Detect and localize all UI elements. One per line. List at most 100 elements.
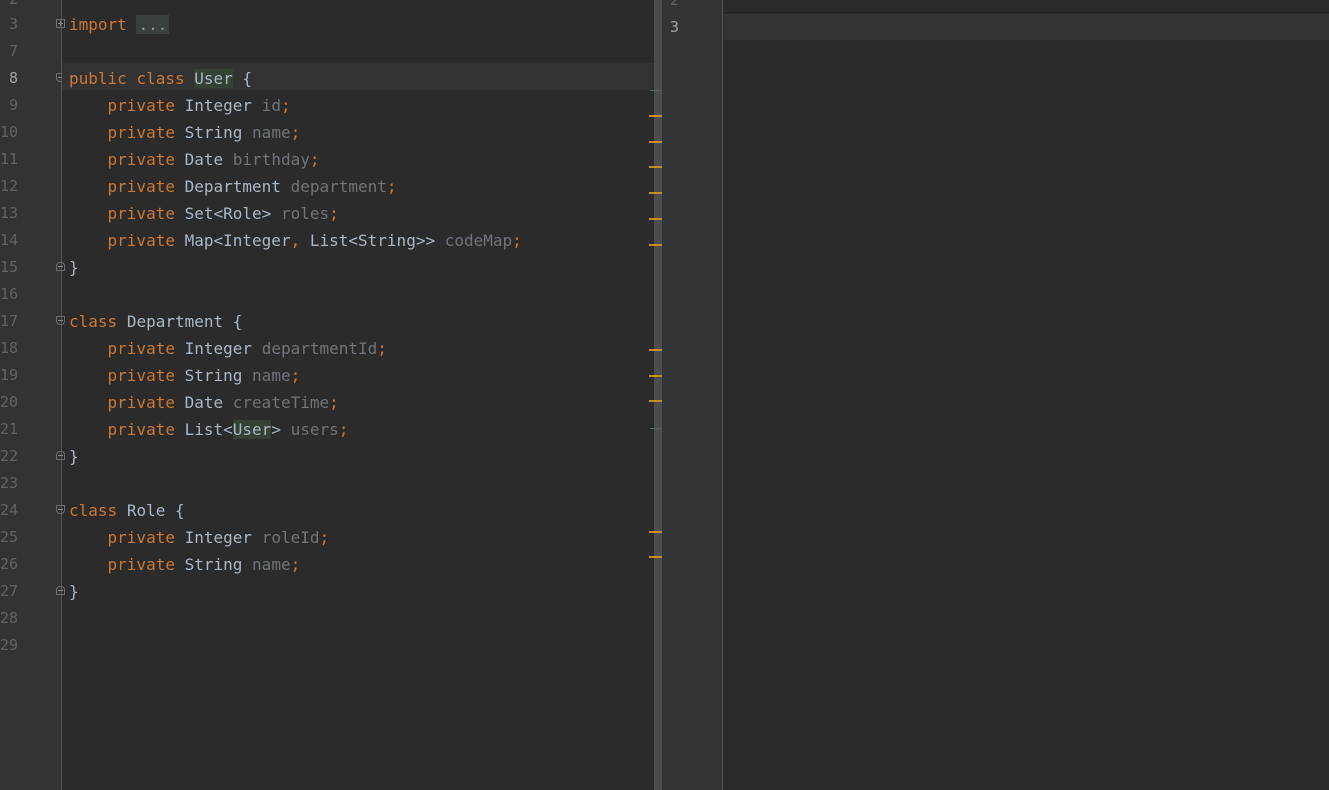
- usage-marker[interactable]: [650, 428, 662, 429]
- keyword: class: [69, 501, 118, 520]
- keyword: private: [107, 96, 175, 115]
- code-line-22[interactable]: }: [69, 443, 79, 470]
- brace: }: [69, 447, 79, 466]
- keyword: public: [69, 69, 127, 88]
- code-line-26[interactable]: private String name;: [69, 551, 301, 578]
- type: Integer: [184, 339, 253, 358]
- line-number: 11: [0, 150, 19, 168]
- code-line-27[interactable]: }: [69, 578, 79, 605]
- keyword: private: [107, 339, 175, 358]
- code-line-3[interactable]: import ...: [69, 11, 170, 38]
- code-line-24[interactable]: class Role {: [69, 497, 185, 524]
- warning-marker[interactable]: [649, 349, 662, 351]
- type: List<String>>: [309, 231, 436, 250]
- type: Set<Role>: [184, 204, 272, 223]
- keyword: private: [107, 177, 175, 196]
- code-line-17[interactable]: class Department {: [69, 308, 242, 335]
- warning-marker[interactable]: [649, 141, 662, 143]
- brace: {: [242, 69, 253, 88]
- left-editor-pane[interactable]: 2 3 7 8 9 10 11 12 13 14 15 16 17 18 19 …: [0, 0, 654, 790]
- line-number: 18: [0, 339, 19, 357]
- keyword: private: [107, 366, 175, 385]
- code-line-12[interactable]: private Department department;: [69, 173, 397, 200]
- fold-expand-icon[interactable]: [56, 19, 65, 28]
- fold-collapse-icon[interactable]: [56, 316, 65, 325]
- warning-marker[interactable]: [649, 192, 662, 194]
- left-line-number-gutter[interactable]: 2 3 7 8 9 10 11 12 13 14 15 16 17 18 19 …: [0, 0, 62, 790]
- class-name-highlighted: User: [232, 420, 272, 439]
- field: id: [261, 96, 281, 115]
- code-line-9[interactable]: private Integer id;: [69, 92, 291, 119]
- fold-end-icon[interactable]: [56, 586, 65, 595]
- type: String: [184, 123, 243, 142]
- class-name: Department: [126, 312, 224, 331]
- right-editor-pane[interactable]: 2 3: [662, 0, 1329, 790]
- right-line-number-gutter[interactable]: 2 3: [662, 0, 723, 790]
- keyword: private: [107, 231, 175, 250]
- warning-marker[interactable]: [649, 556, 662, 558]
- code-line-14[interactable]: private Map<Integer, List<String>> codeM…: [69, 227, 522, 254]
- line-number: 21: [0, 420, 19, 438]
- type: Integer: [184, 96, 253, 115]
- code-line-18[interactable]: private Integer departmentId;: [69, 335, 387, 362]
- keyword: import: [69, 15, 127, 34]
- warning-marker[interactable]: [649, 218, 662, 220]
- keyword: private: [107, 555, 175, 574]
- line-number: 15: [0, 258, 19, 276]
- line-number: 14: [0, 231, 19, 249]
- type: Integer: [184, 528, 253, 547]
- code-line-8[interactable]: public class User {: [69, 65, 252, 92]
- fold-end-icon[interactable]: [56, 451, 65, 460]
- code-line-11[interactable]: private Date birthday;: [69, 146, 320, 173]
- semicolon: ;: [329, 204, 339, 223]
- line-number: 27: [0, 582, 19, 600]
- keyword: class: [136, 69, 185, 88]
- type: Map<Integer: [184, 231, 291, 250]
- code-line-19[interactable]: private String name;: [69, 362, 301, 389]
- type: Department: [184, 177, 281, 196]
- warning-marker[interactable]: [649, 531, 662, 533]
- semicolon: ;: [290, 555, 301, 574]
- line-number: 7: [8, 42, 18, 60]
- line-number: 28: [0, 609, 19, 627]
- line-number: 10: [0, 123, 19, 141]
- field: name: [252, 366, 291, 385]
- type: String: [184, 366, 243, 385]
- warning-marker[interactable]: [649, 115, 662, 117]
- field: codeMap: [444, 231, 513, 250]
- warning-marker[interactable]: [649, 166, 662, 168]
- fold-end-icon[interactable]: [56, 262, 65, 271]
- warning-marker[interactable]: [649, 400, 662, 402]
- semicolon: ;: [290, 123, 301, 142]
- line-number: 22: [0, 447, 19, 465]
- warning-marker[interactable]: [649, 244, 662, 246]
- code-line-21[interactable]: private List<User> users;: [69, 416, 348, 443]
- type: >: [271, 420, 281, 439]
- code-line-25[interactable]: private Integer roleId;: [69, 524, 330, 551]
- line-number: 26: [0, 555, 19, 573]
- type: Date: [184, 393, 224, 412]
- semicolon: ;: [309, 150, 320, 169]
- line-number: 13: [0, 204, 19, 222]
- code-line-15[interactable]: }: [69, 254, 79, 281]
- editor-split-divider[interactable]: [654, 0, 662, 790]
- code-line-20[interactable]: private Date createTime;: [69, 389, 339, 416]
- semicolon: ;: [329, 393, 339, 412]
- code-line-13[interactable]: private Set<Role> roles;: [69, 200, 339, 227]
- type: String: [184, 555, 243, 574]
- usage-marker[interactable]: [650, 90, 662, 91]
- semicolon: ;: [319, 528, 330, 547]
- line-number: 9: [8, 96, 18, 114]
- field: roleId: [261, 528, 320, 547]
- field: roles: [280, 204, 330, 223]
- code-line-10[interactable]: private String name;: [69, 119, 301, 146]
- line-number: 24: [0, 501, 19, 519]
- line-number: 25: [0, 528, 19, 546]
- line-number: 23: [0, 474, 19, 492]
- warning-marker[interactable]: [649, 375, 662, 377]
- brace: }: [69, 582, 79, 601]
- line-number: 20: [0, 393, 19, 411]
- class-name: Role: [126, 501, 166, 520]
- folded-imports-placeholder[interactable]: ...: [136, 15, 170, 34]
- fold-collapse-icon[interactable]: [56, 505, 65, 514]
